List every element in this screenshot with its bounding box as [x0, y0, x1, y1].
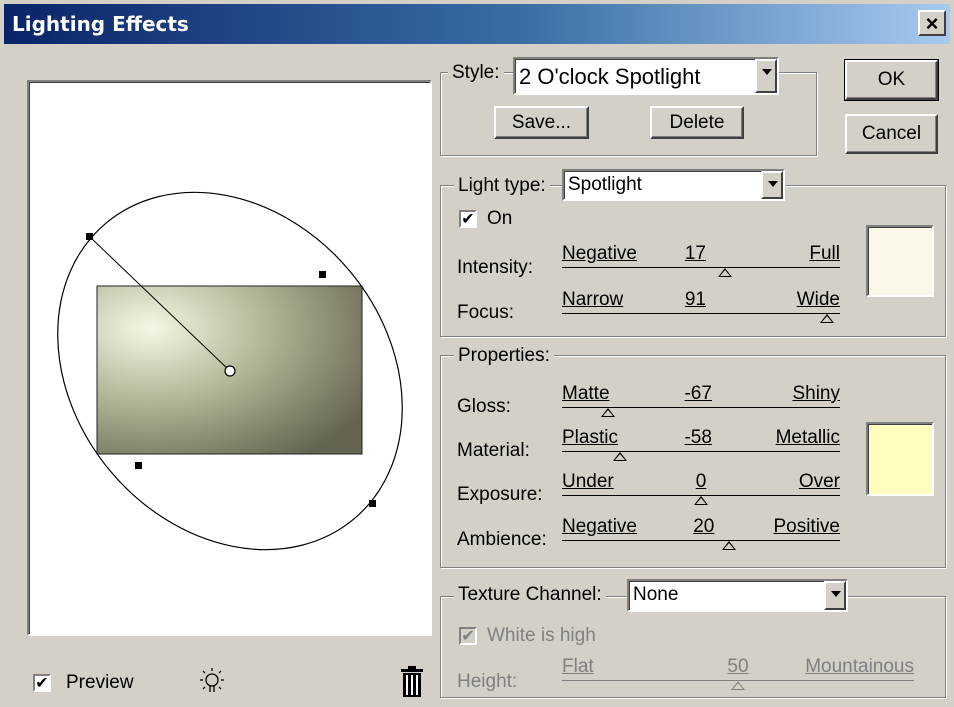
- focus-max-label: Wide: [796, 289, 840, 310]
- ambience-value: 20: [693, 516, 715, 537]
- focus-min-label: Narrow: [562, 289, 624, 310]
- material-value: -58: [684, 427, 712, 448]
- focus-value: 91: [684, 289, 707, 310]
- intensity-min-label: Negative: [562, 243, 637, 264]
- save-button[interactable]: Save...: [494, 106, 589, 139]
- chevron-down-icon[interactable]: [824, 581, 846, 610]
- chevron-down-icon[interactable]: [755, 59, 777, 93]
- intensity-slider[interactable]: Negative 17 Full: [562, 243, 840, 283]
- focus-slider[interactable]: Narrow 91 Wide: [562, 289, 840, 329]
- exposure-value: 0: [695, 471, 707, 492]
- ambient-color-swatch[interactable]: [866, 422, 934, 496]
- material-min-label: Plastic: [562, 427, 618, 448]
- cancel-button[interactable]: Cancel: [845, 114, 938, 154]
- intensity-max-label: Full: [809, 243, 840, 264]
- exposure-label: Exposure:: [457, 484, 543, 505]
- trash-icon[interactable]: [398, 665, 426, 699]
- ambience-thumb[interactable]: [721, 541, 736, 550]
- intensity-track: [562, 267, 840, 268]
- height-slider[interactable]: Flat 50 Mountainous: [562, 656, 914, 696]
- gloss-min-label: Matte: [562, 383, 610, 404]
- height-label: Height:: [457, 671, 518, 692]
- ambience-max-label: Positive: [773, 516, 840, 537]
- texture-channel-label: Texture Channel:: [454, 584, 606, 606]
- exposure-min-label: Under: [562, 471, 614, 492]
- ok-button[interactable]: OK: [844, 59, 939, 101]
- texture-channel-value: None: [633, 584, 679, 605]
- exposure-slider[interactable]: Under 0 Over: [562, 471, 840, 511]
- light-center-handle: [224, 365, 236, 377]
- on-checkbox[interactable]: ✔: [459, 210, 477, 228]
- on-label: On: [487, 208, 513, 229]
- lighting-effects-dialog: Lighting Effects × ✔ Preview Style: 2 O'…: [0, 0, 954, 707]
- exposure-thumb[interactable]: [694, 496, 708, 505]
- style-label: Style:: [448, 62, 504, 84]
- ambience-label: Ambience:: [457, 529, 547, 550]
- preview-checkbox[interactable]: ✔: [33, 674, 51, 692]
- title-bar: Lighting Effects ×: [4, 4, 950, 44]
- dialog-title: Lighting Effects: [12, 12, 189, 36]
- light-color-swatch[interactable]: [866, 225, 934, 297]
- ambience-track: [562, 540, 840, 541]
- ambience-min-label: Negative: [562, 516, 637, 537]
- light-type-label: Light type:: [454, 175, 550, 197]
- preview-label: Preview: [66, 672, 134, 693]
- height-min-label: Flat: [562, 656, 594, 677]
- intensity-label: Intensity:: [457, 257, 534, 278]
- material-max-label: Metallic: [775, 427, 840, 448]
- light-type-value: Spotlight: [568, 174, 642, 195]
- light-handle-top-right: [319, 271, 326, 278]
- height-thumb[interactable]: [731, 681, 745, 690]
- light-handle-top-left: [86, 233, 93, 240]
- height-max-label: Mountainous: [805, 656, 914, 677]
- light-handle-bottom-left: [135, 462, 142, 469]
- focus-thumb[interactable]: [820, 314, 835, 323]
- texture-channel-dropdown[interactable]: None: [627, 579, 848, 612]
- material-thumb[interactable]: [613, 452, 628, 461]
- close-button[interactable]: ×: [918, 10, 946, 36]
- style-value: 2 O'clock Spotlight: [519, 64, 701, 89]
- height-value: 50: [727, 656, 749, 677]
- exposure-max-label: Over: [798, 471, 840, 492]
- material-track: [562, 451, 840, 452]
- focus-track: [562, 313, 840, 314]
- style-dropdown[interactable]: 2 O'clock Spotlight: [513, 57, 779, 95]
- white-is-high-label: White is high: [487, 625, 596, 646]
- gloss-max-label: Shiny: [792, 383, 840, 404]
- gloss-thumb[interactable]: [600, 408, 615, 417]
- chevron-down-icon[interactable]: [761, 171, 783, 199]
- material-slider[interactable]: Plastic -58 Metallic: [562, 427, 840, 467]
- gloss-slider[interactable]: Matte -67 Shiny: [562, 383, 840, 423]
- light-handle-bottom-right: [369, 500, 376, 507]
- properties-title: Properties:: [454, 345, 554, 367]
- gloss-label: Gloss:: [457, 396, 511, 417]
- focus-label: Focus:: [457, 302, 515, 323]
- preview-canvas[interactable]: [27, 80, 432, 636]
- material-label: Material:: [457, 440, 530, 461]
- lightbulb-icon[interactable]: [196, 666, 228, 698]
- delete-button[interactable]: Delete: [650, 106, 744, 139]
- gloss-value: -67: [684, 383, 712, 404]
- white-is-high-checkbox[interactable]: ✔: [459, 627, 477, 645]
- intensity-thumb[interactable]: [717, 268, 732, 277]
- ambience-slider[interactable]: Negative 20 Positive: [562, 516, 840, 556]
- light-type-dropdown[interactable]: Spotlight: [562, 169, 785, 201]
- intensity-value: 17: [684, 243, 707, 264]
